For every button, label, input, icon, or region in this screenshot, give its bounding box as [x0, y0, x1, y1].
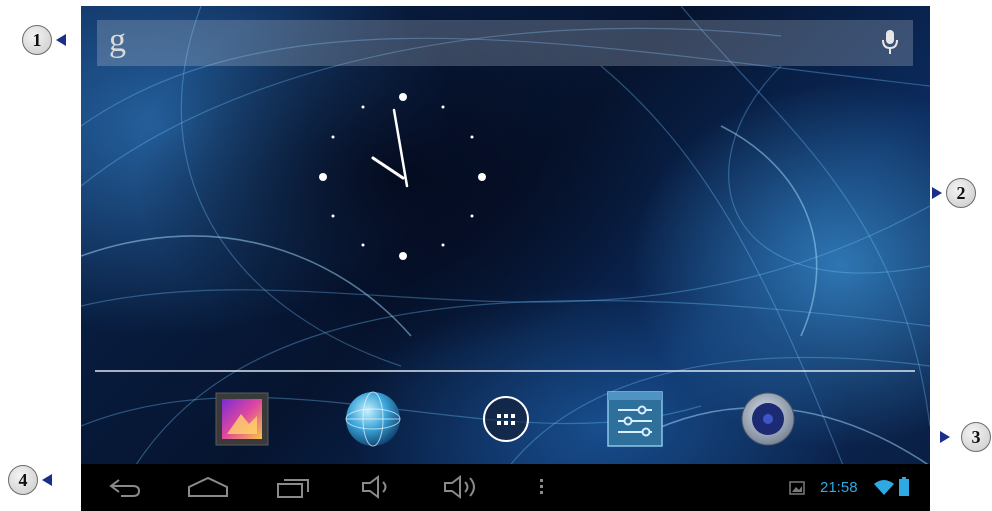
callout-3-arrow: [940, 431, 950, 443]
callout-3: 3: [961, 422, 991, 452]
screenshot-icon: [789, 481, 805, 495]
callout-4-arrow: [42, 474, 52, 486]
google-search-bar[interactable]: g: [97, 20, 913, 66]
callout-2-arrow: [932, 187, 942, 199]
battery-icon: [899, 477, 909, 496]
settings-sliders-icon[interactable]: [606, 390, 664, 448]
status-clock: 21:58: [820, 479, 858, 496]
gallery-icon[interactable]: [213, 390, 271, 448]
dock-divider: [95, 370, 915, 372]
google-g-icon[interactable]: g: [109, 22, 126, 60]
callout-1-arrow: [56, 34, 66, 46]
speaker-icon[interactable]: [739, 390, 797, 448]
callout-2: 2: [946, 178, 976, 208]
clock-hour-hand: [371, 156, 405, 180]
apps-grid-icon[interactable]: [477, 390, 535, 448]
home-icon[interactable]: [187, 474, 229, 500]
system-navigation-bar: 21:58: [81, 464, 930, 511]
menu-icon[interactable]: [537, 474, 547, 500]
wifi-icon: [874, 480, 894, 495]
globe-icon[interactable]: [344, 390, 402, 448]
callout-4: 4: [8, 465, 38, 495]
volume-up-icon[interactable]: [443, 474, 481, 500]
microphone-icon[interactable]: [881, 30, 899, 56]
callout-1: 1: [22, 25, 52, 55]
volume-down-icon[interactable]: [361, 474, 395, 500]
recent-apps-icon[interactable]: [276, 474, 312, 500]
analog-clock-widget[interactable]: [301, 86, 501, 286]
home-screen[interactable]: g 21:58: [81, 6, 930, 511]
back-icon[interactable]: [105, 474, 143, 500]
